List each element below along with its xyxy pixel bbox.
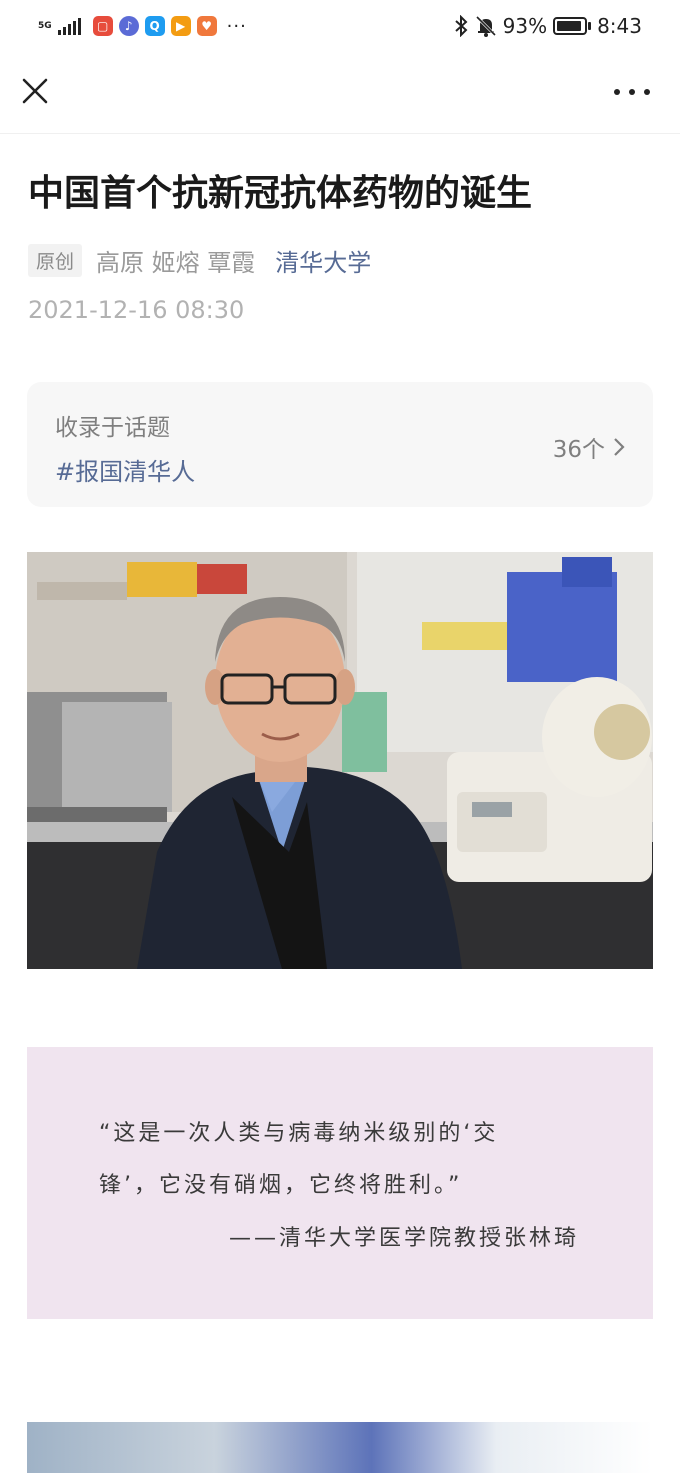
bluetooth-icon xyxy=(454,15,468,37)
original-tag: 原创 xyxy=(28,244,83,277)
health-app-icon: ♥ xyxy=(196,16,217,36)
status-bar: 5G ▢ ♪ Q ▶ ♥ ··· 93% 8:43 xyxy=(0,0,680,52)
signal-strength-icon xyxy=(57,17,81,35)
app-notification-icon: ▢ xyxy=(92,16,113,36)
article-authors: 高原 姬熔 覃霞 xyxy=(96,249,256,277)
more-dots-icon[interactable] xyxy=(614,82,650,102)
music-app-icon: ♪ xyxy=(118,16,139,36)
article-title: 中国首个抗新冠抗体药物的诞生 xyxy=(28,173,533,214)
close-icon[interactable] xyxy=(18,74,52,108)
status-bar-left: 5G ▢ ♪ Q ▶ ♥ ··· xyxy=(38,16,247,37)
video-app-icon: ▶ xyxy=(170,16,191,36)
network-indicator: 5G xyxy=(38,20,52,31)
battery-icon xyxy=(553,17,592,35)
more-notifications-icon: ··· xyxy=(226,15,247,37)
quote-text-line2: 锋’，它没有硝烟，它终将胜利。” xyxy=(99,1173,463,1198)
article-photo-professor xyxy=(27,552,653,969)
account-name-link[interactable]: 清华大学 xyxy=(275,243,371,278)
search-app-icon: Q xyxy=(144,16,165,36)
clock: 8:43 xyxy=(597,14,642,38)
publish-date: 2021-12-16 08:30 xyxy=(28,296,245,324)
topic-card[interactable]: 收录于话题 #报国清华人 36个 xyxy=(27,382,653,507)
quote-block: “这是一次人类与病毒纳米级别的‘交 锋’，它没有硝烟，它终将胜利。” ——清华大… xyxy=(27,1047,653,1319)
topic-count[interactable]: 36个 xyxy=(553,430,625,464)
topic-tag-link[interactable]: #报国清华人 xyxy=(55,452,195,487)
battery-percent: 93% xyxy=(502,14,548,38)
status-bar-right: 93% 8:43 xyxy=(453,14,642,38)
article-meta: 原创 高原 姬熔 覃霞 清华大学 xyxy=(28,243,371,278)
topic-count-value: 36个 xyxy=(552,437,605,463)
quote-text-line1: “这是一次人类与病毒纳米级别的‘交 xyxy=(99,1121,499,1146)
lab-scene-image xyxy=(27,552,653,969)
chevron-right-icon xyxy=(614,438,625,456)
nav-bar xyxy=(0,52,680,134)
mute-bell-icon xyxy=(475,15,496,37)
network-type: 5G xyxy=(38,20,52,31)
quote-attribution: ——清华大学医学院教授张林琦 xyxy=(228,1226,579,1251)
article-photo-next xyxy=(27,1422,653,1473)
topic-label: 收录于话题 xyxy=(55,415,170,441)
